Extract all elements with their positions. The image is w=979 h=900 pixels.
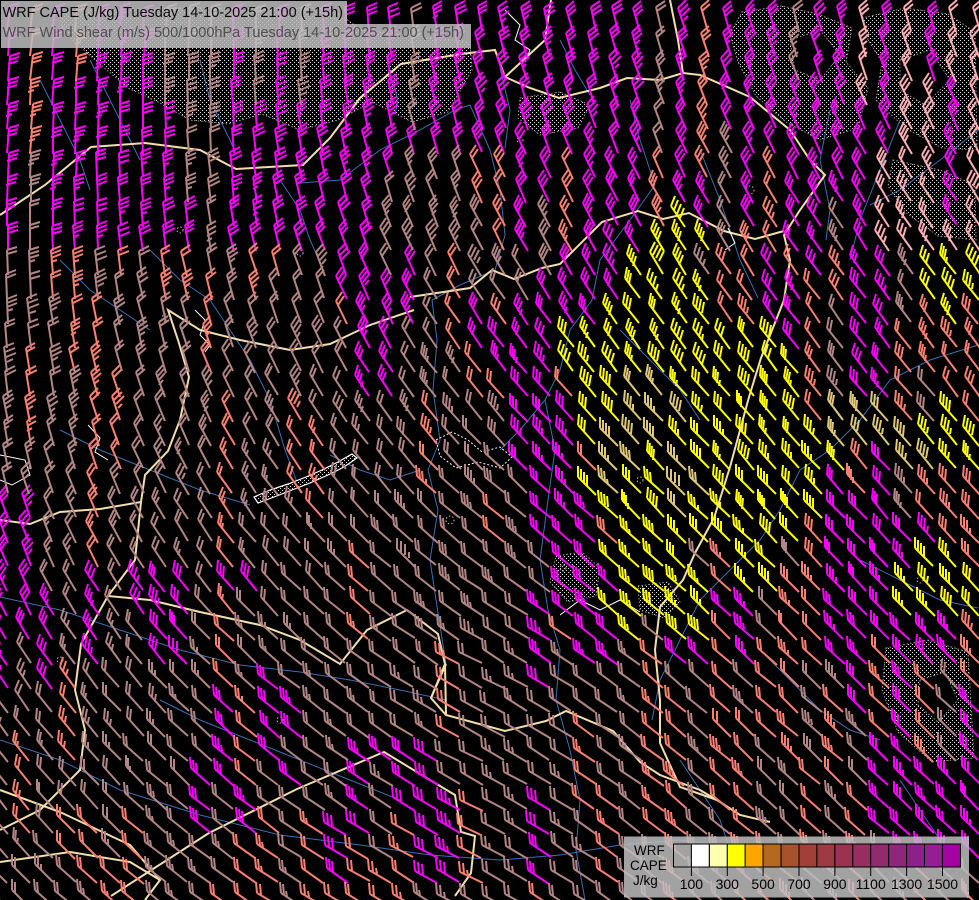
svg-text:300: 300 xyxy=(716,876,740,892)
svg-text:WRF CAPE (J/kg) Tuesday 14-10-: WRF CAPE (J/kg) Tuesday 14-10-2025 21:00… xyxy=(3,5,344,21)
svg-text:1100: 1100 xyxy=(856,876,886,892)
svg-text:J/kg: J/kg xyxy=(633,873,658,888)
svg-text:WRF Wind shear (m/s) 500/1000h: WRF Wind shear (m/s) 500/1000hPa Tuesday… xyxy=(3,25,464,41)
svg-text:100: 100 xyxy=(680,876,704,892)
svg-text:1500: 1500 xyxy=(927,876,958,892)
svg-text:1300: 1300 xyxy=(891,876,922,892)
svg-text:500: 500 xyxy=(751,876,775,892)
svg-text:700: 700 xyxy=(787,876,811,892)
svg-text:900: 900 xyxy=(823,876,847,892)
svg-text:CAPE: CAPE xyxy=(630,858,667,873)
svg-text:WRF: WRF xyxy=(634,843,665,858)
